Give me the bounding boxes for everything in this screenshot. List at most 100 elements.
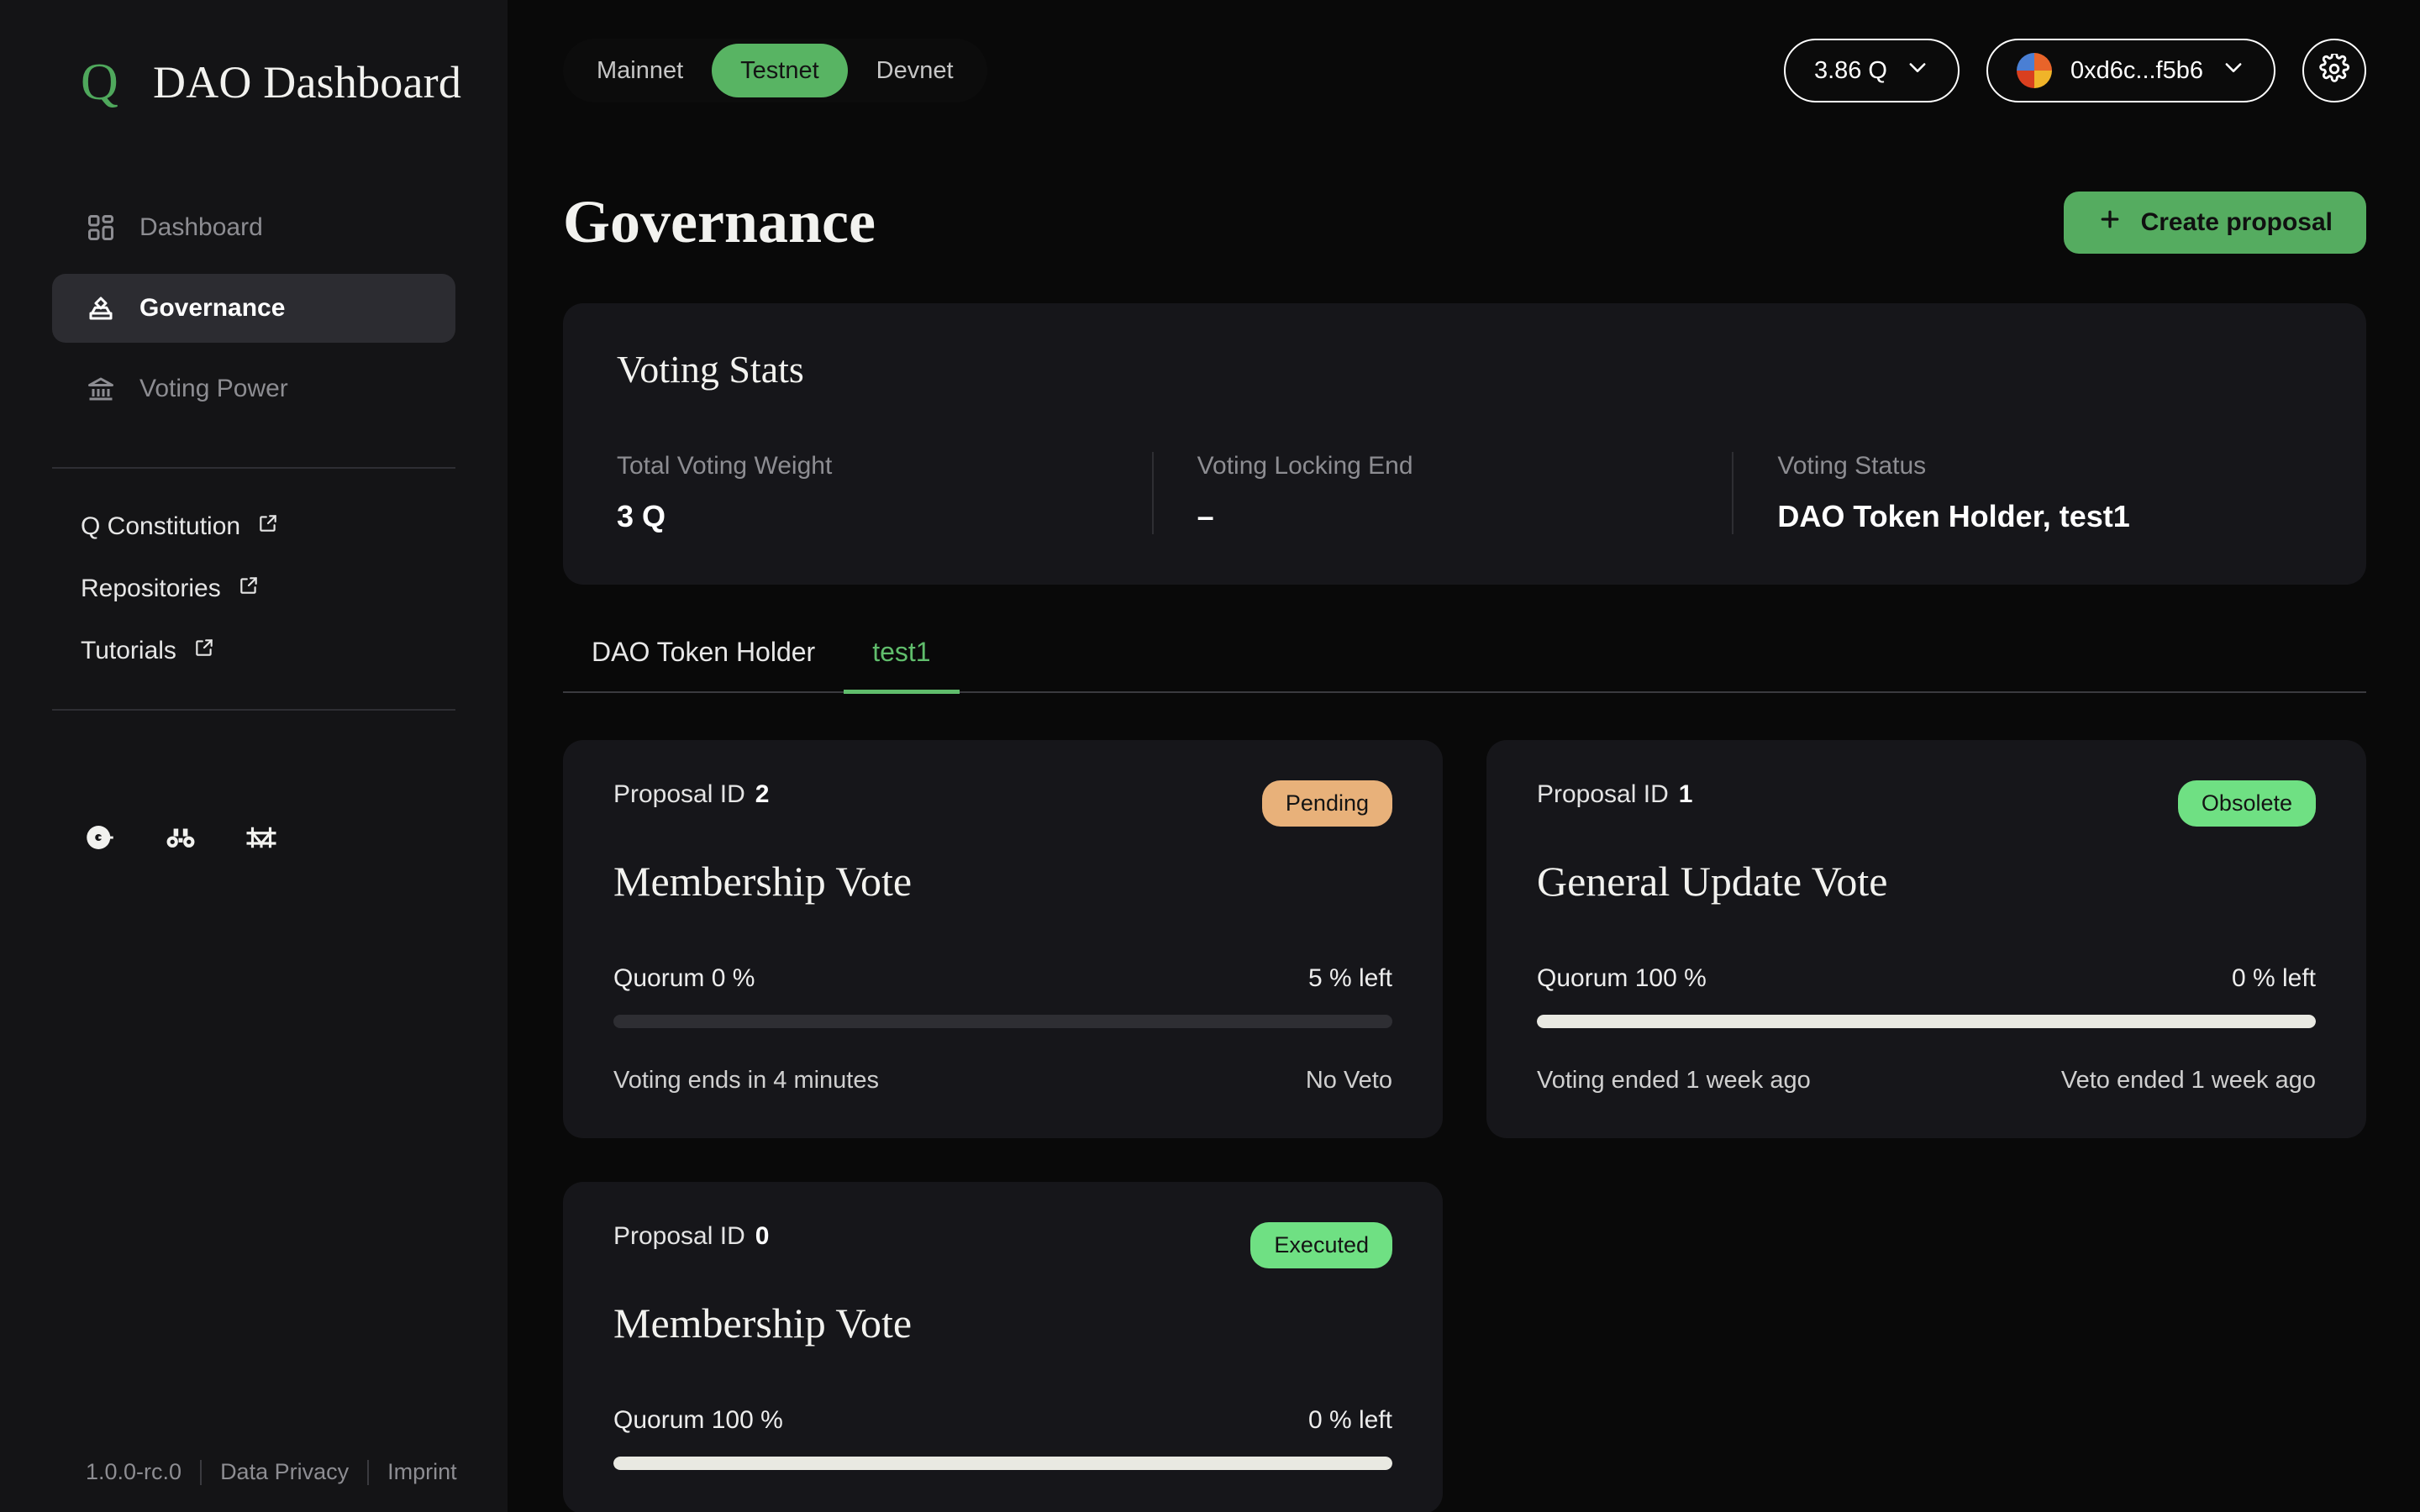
balance-dropdown[interactable]: 3.86 Q [1783, 39, 1960, 102]
network-switcher: Mainnet Testnet Devnet [563, 39, 987, 102]
sidebar-nav: Dashboard Governance Voting Power [0, 193, 508, 423]
binoculars-explorer-icon[interactable] [161, 818, 200, 857]
page-header: Governance Create proposal [563, 141, 2366, 257]
proposal-id-label: Proposal ID [613, 1222, 745, 1250]
proposal-id: Proposal ID 0 [613, 1222, 769, 1251]
footer-version: 1.0.0-rc.0 [86, 1459, 182, 1484]
quorum-progress-fill [1537, 1015, 2316, 1028]
account-dropdown[interactable]: 0xd6c...f5b6 [1986, 39, 2275, 102]
stat-label: Voting Locking End [1197, 452, 1413, 480]
bridge-icon[interactable] [242, 818, 281, 857]
proposal-id-value: 1 [1678, 780, 1693, 808]
status-badge: Pending [1261, 780, 1392, 827]
ballot-box-icon [84, 291, 118, 325]
chevron-down-icon [1906, 55, 1929, 86]
sidebar-utility-icons [0, 818, 508, 857]
stat-value: DAO Token Holder, test1 [1777, 499, 2130, 533]
proposal-card[interactable]: Proposal ID 0 Executed Membership Vote Qu… [563, 1182, 1443, 1512]
sidebar-item-label: Governance [139, 294, 286, 322]
create-proposal-label: Create proposal [2140, 207, 2333, 236]
quorum-progress-bar [1537, 1015, 2316, 1028]
proposal-id-value: 0 [755, 1222, 770, 1250]
quorum-progress-fill [613, 1457, 1392, 1470]
voting-stats-grid: Total Voting Weight 3 Q Voting Locking E… [617, 452, 2312, 534]
link-label: Q Constitution [81, 512, 241, 540]
proposal-title: General Update Vote [1537, 858, 1888, 905]
create-proposal-button[interactable]: Create proposal [2063, 191, 2366, 254]
chevron-down-icon [2222, 55, 2245, 86]
sidebar-divider-top [52, 467, 455, 469]
proposal-card-header: Proposal ID 1 Obsolete [1537, 780, 2316, 827]
proposal-card-header: Proposal ID 0 Executed [613, 1222, 1392, 1268]
sidebar-divider-bottom [52, 709, 455, 711]
proposal-title: Membership Vote [613, 1299, 913, 1347]
footer: 1.0.0-rc.0 Data Privacy Imprint [0, 1459, 508, 1485]
stat-voting-locking-end: Voting Locking End – [1151, 452, 1733, 534]
main-area: Mainnet Testnet Devnet 3.86 Q 0xd6c...f5… [508, 0, 2420, 1512]
quorum-left-label: 5 % left [1307, 964, 1392, 992]
veto-info: Veto ended 1 week ago [2060, 1067, 2316, 1094]
quorum-progress-bar [613, 1457, 1392, 1470]
network-mainnet[interactable]: Mainnet [568, 44, 712, 97]
footer-data-privacy[interactable]: Data Privacy [202, 1459, 367, 1485]
network-devnet[interactable]: Devnet [848, 44, 982, 97]
svg-text:Q: Q [81, 54, 118, 111]
proposal-title: Membership Vote [613, 858, 913, 905]
voting-stats-card: Voting Stats Total Voting Weight 3 Q Vot… [563, 303, 2366, 585]
balance-value: 3.86 Q [1813, 56, 1887, 84]
grid-icon [84, 211, 118, 244]
brand-title: DAO Dashboard [153, 57, 462, 108]
brand[interactable]: Q DAO Dashboard [0, 0, 508, 113]
quorum-row: Quorum 0 % 5 % left [613, 964, 1392, 993]
proposal-id: Proposal ID 1 [1537, 780, 1692, 809]
external-link-icon [238, 575, 260, 603]
proposal-card[interactable]: Proposal ID 1 Obsolete General Update Vot… [1486, 740, 2366, 1138]
bank-icon [84, 372, 118, 406]
sidebar-item-dashboard[interactable]: Dashboard [52, 193, 455, 262]
network-testnet[interactable]: Testnet [712, 44, 848, 97]
gear-icon [2319, 51, 2349, 88]
q-logo-icon: Q [81, 52, 131, 113]
proposal-id: Proposal ID 2 [613, 780, 769, 809]
stat-label: Total Voting Weight [617, 452, 833, 480]
sidebar-external-links: Q Constitution Repositories Tutorials [0, 512, 508, 665]
link-tutorials[interactable]: Tutorials [81, 637, 427, 665]
page-title: Governance [563, 188, 876, 255]
account-address: 0xd6c...f5b6 [2070, 56, 2203, 84]
app-root: Q DAO Dashboard Dashboard Governance Vot… [0, 0, 2420, 1512]
topbar-right: 3.86 Q 0xd6c...f5b6 [1783, 39, 2366, 102]
sidebar-item-voting-power[interactable]: Voting Power [52, 354, 455, 423]
avatar [2017, 53, 2052, 88]
voting-info: Voting ended 1 week ago [1537, 1067, 1811, 1094]
quorum-progress-bar [613, 1015, 1392, 1028]
external-link-icon [193, 637, 215, 665]
quorum-row: Quorum 100 % 0 % left [1537, 964, 2316, 993]
stat-value: 3 Q [617, 499, 666, 533]
tab-dao-token-holder[interactable]: DAO Token Holder [563, 637, 844, 694]
topbar: Mainnet Testnet Devnet 3.86 Q 0xd6c...f5… [508, 0, 2420, 141]
stat-total-voting-weight: Total Voting Weight 3 Q [617, 452, 1152, 534]
proposal-id-label: Proposal ID [613, 780, 745, 808]
plus-icon [2097, 207, 2123, 239]
stat-value: – [1197, 499, 1214, 533]
proposal-id-value: 2 [755, 780, 770, 808]
link-q-constitution[interactable]: Q Constitution [81, 512, 427, 541]
tab-test1[interactable]: test1 [844, 637, 960, 694]
footer-imprint[interactable]: Imprint [369, 1459, 476, 1485]
quorum-left-label: 0 % left [2231, 964, 2316, 992]
settings-button[interactable] [2302, 39, 2366, 102]
veto-info: No Veto [1305, 1067, 1392, 1094]
page-content: Governance Create proposal Voting Stats … [508, 141, 2420, 1512]
quorum-row: Quorum 100 % 0 % left [613, 1406, 1392, 1435]
quorum-label: Quorum 100 % [1537, 964, 1707, 992]
link-repositories[interactable]: Repositories [81, 575, 427, 603]
quorum-label: Quorum 0 % [613, 964, 755, 992]
proposal-tabs: DAO Token Holder test1 [563, 637, 2366, 694]
sidebar-item-governance[interactable]: Governance [52, 274, 455, 343]
status-badge: Executed [1250, 1222, 1392, 1268]
stat-label: Voting Status [1777, 452, 1927, 480]
proposal-meta: Voting ended 1 week ago Veto ended 1 wee… [1537, 1067, 2316, 1095]
proposal-list: Proposal ID 2 Pending Membership Vote Quo… [563, 740, 2366, 1512]
faucet-icon[interactable] [81, 818, 119, 857]
proposal-card[interactable]: Proposal ID 2 Pending Membership Vote Quo… [563, 740, 1443, 1138]
